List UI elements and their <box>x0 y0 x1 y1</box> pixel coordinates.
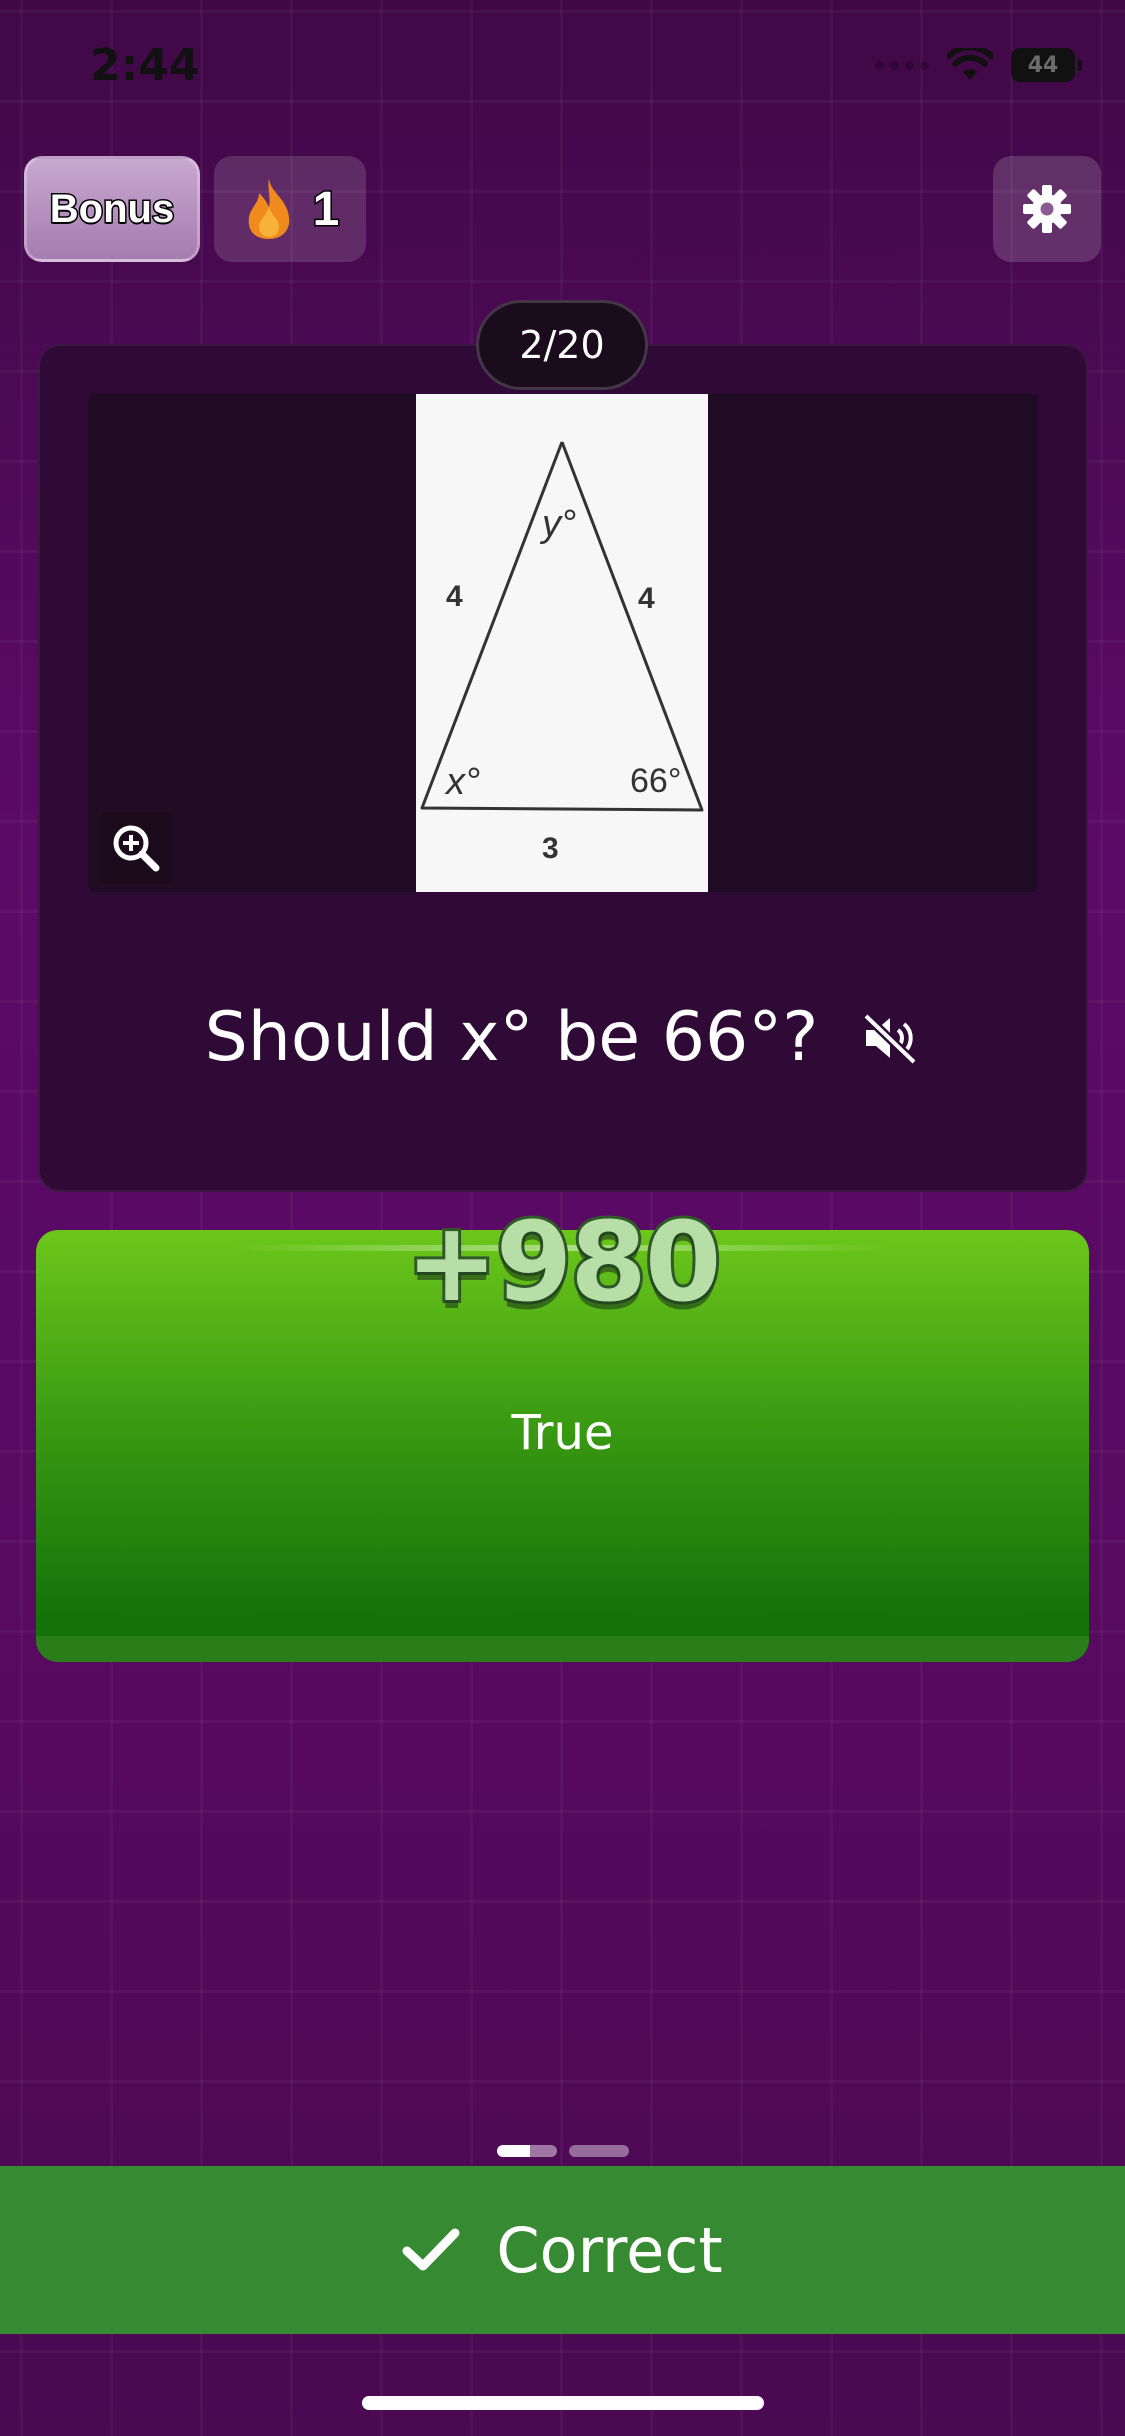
page-dot <box>569 2145 629 2157</box>
bonus-label: Bonus <box>48 185 175 232</box>
home-indicator[interactable] <box>362 2396 764 2410</box>
angle-left-label: x° <box>444 761 480 803</box>
question-label: Should x° be 66°? <box>204 998 819 1077</box>
triangle-figure: 4 4 3 y° x° 66° <box>416 394 708 892</box>
battery-icon: 44 <box>1011 48 1082 82</box>
bonus-button[interactable]: Bonus <box>24 156 200 262</box>
page-indicator <box>497 2145 629 2157</box>
status-time: 2:44 <box>90 40 200 91</box>
question-text: Should x° be 66°? <box>0 998 1125 1077</box>
feedback-label: Correct <box>496 2213 723 2287</box>
points-earned: +980 <box>403 1195 725 1329</box>
settings-button[interactable] <box>993 156 1101 262</box>
base-label: 3 <box>542 832 559 865</box>
streak-counter: 1 <box>214 156 366 262</box>
status-indicators: 44 <box>875 48 1082 82</box>
wifi-icon <box>947 48 993 80</box>
flame-icon <box>248 179 289 239</box>
streak-count: 1 <box>311 181 341 237</box>
zoom-button[interactable] <box>100 812 172 884</box>
cellular-signal-icon <box>875 60 929 70</box>
side-left-label: 4 <box>446 580 463 613</box>
checkmark-icon <box>402 2228 460 2271</box>
page-dot-active <box>497 2145 557 2157</box>
zoom-in-icon <box>113 825 160 872</box>
feedback-banner: Correct <box>0 2166 1125 2334</box>
gear-icon <box>1023 185 1071 233</box>
angle-top-label: y° <box>539 503 576 545</box>
question-media[interactable]: 4 4 3 y° x° 66° <box>88 394 1038 892</box>
speaker-muted-icon[interactable] <box>860 1012 920 1064</box>
angle-right-label: 66° <box>630 762 681 800</box>
question-counter: 2/20 <box>476 300 648 390</box>
side-right-label: 4 <box>638 582 655 615</box>
